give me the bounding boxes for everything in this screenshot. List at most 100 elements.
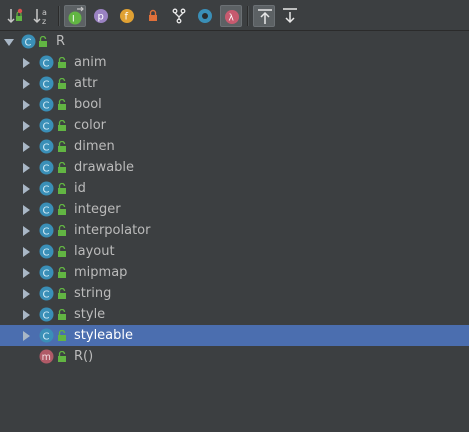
class-icon: C	[21, 34, 36, 49]
tree-node-label: dimen	[74, 139, 115, 154]
tree-node-interpolator[interactable]: C interpolator	[0, 220, 469, 241]
sort-by-visibility-button[interactable]	[5, 5, 27, 27]
svg-text:C: C	[43, 122, 50, 133]
tree-node-id[interactable]: C id	[0, 178, 469, 199]
collapsed-arrow-icon[interactable]	[23, 79, 30, 89]
tree-node-label: R	[56, 34, 66, 49]
svg-text:z: z	[42, 17, 46, 26]
tree-node-label: R()	[74, 349, 94, 364]
public-access-icon	[58, 99, 66, 110]
inherited-icon: I	[68, 6, 84, 25]
show-interfaces-button[interactable]	[194, 5, 216, 27]
tree-node-constructor[interactable]: m R()	[0, 346, 469, 367]
tree-node-integer[interactable]: C integer	[0, 199, 469, 220]
svg-text:C: C	[43, 80, 50, 91]
lambda-icon: λ	[225, 10, 239, 24]
collapsed-arrow-icon[interactable]	[23, 121, 30, 131]
toolbar-separator	[58, 6, 60, 26]
tree-node-string[interactable]: C string	[0, 283, 469, 304]
svg-text:C: C	[43, 290, 50, 301]
tree-node-styleable[interactable]: C styleable	[0, 325, 469, 346]
public-access-icon	[58, 141, 66, 152]
public-access-icon	[58, 162, 66, 173]
tree-node-label: integer	[74, 202, 121, 217]
tree-node-label: bool	[74, 97, 102, 112]
show-properties-button[interactable]: p	[90, 5, 112, 27]
tree-node-style[interactable]: C style	[0, 304, 469, 325]
class-icon: C	[39, 265, 54, 280]
collapsed-arrow-icon[interactable]	[23, 268, 30, 278]
class-icon: C	[39, 118, 54, 133]
tree-node-label: string	[74, 286, 112, 301]
svg-text:C: C	[25, 38, 32, 49]
class-icon: C	[39, 286, 54, 301]
public-access-icon	[58, 246, 66, 257]
tree-node-label: mipmap	[74, 265, 128, 280]
collapsed-arrow-icon[interactable]	[23, 289, 30, 299]
property-p-icon: p	[94, 9, 108, 23]
field-f-icon: f	[120, 9, 134, 23]
tree-node-label: styleable	[74, 328, 134, 343]
class-icon: C	[39, 223, 54, 238]
class-icon: C	[39, 244, 54, 259]
show-inherited-button[interactable]: I	[64, 5, 86, 27]
svg-text:f: f	[125, 12, 129, 23]
autoscroll-from-source-button[interactable]	[279, 5, 301, 27]
svg-text:C: C	[43, 164, 50, 175]
svg-text:λ: λ	[229, 14, 235, 24]
tree-node-label: color	[74, 118, 107, 133]
expand-arrow-icon[interactable]	[4, 39, 14, 46]
tree-node-dimen[interactable]: C dimen	[0, 136, 469, 157]
svg-text:m: m	[42, 352, 51, 363]
tree-node-anim[interactable]: C anim	[0, 52, 469, 73]
circle-icon	[198, 9, 212, 23]
tree-node-bool[interactable]: C bool	[0, 94, 469, 115]
public-access-icon	[58, 288, 66, 299]
svg-text:C: C	[43, 59, 50, 70]
collapsed-arrow-icon[interactable]	[23, 100, 30, 110]
public-access-icon	[58, 351, 66, 362]
lock-icon	[149, 9, 157, 21]
collapsed-arrow-icon[interactable]	[23, 184, 30, 194]
class-icon: C	[39, 139, 54, 154]
collapsed-arrow-icon[interactable]	[23, 205, 30, 215]
show-non-public-button[interactable]	[142, 5, 164, 27]
tree-node-attr[interactable]: C attr	[0, 73, 469, 94]
public-access-icon	[58, 330, 66, 341]
tree-node-drawable[interactable]: C drawable	[0, 157, 469, 178]
tree-node-label: attr	[74, 76, 98, 91]
collapsed-arrow-icon[interactable]	[23, 226, 30, 236]
collapsed-arrow-icon[interactable]	[23, 331, 30, 341]
svg-text:C: C	[43, 143, 50, 154]
svg-text:I: I	[72, 15, 75, 25]
public-access-icon	[39, 36, 47, 47]
sort-alphabetically-button[interactable]: a z	[31, 5, 53, 27]
tree-node-label: drawable	[74, 160, 135, 175]
svg-text:C: C	[43, 311, 50, 322]
sort-alpha-icon: a z	[33, 8, 47, 26]
class-icon: C	[39, 181, 54, 196]
class-icon: C	[39, 307, 54, 322]
class-icon: C	[39, 328, 54, 343]
collapsed-arrow-icon[interactable]	[23, 310, 30, 320]
show-lambdas-button[interactable]: λ	[220, 5, 242, 27]
tree-node-label: layout	[74, 244, 115, 259]
collapsed-arrow-icon[interactable]	[23, 247, 30, 257]
collapsed-arrow-icon[interactable]	[23, 58, 30, 68]
autoscroll-to-source-button[interactable]	[253, 5, 275, 27]
svg-text:C: C	[43, 101, 50, 112]
public-access-icon	[58, 183, 66, 194]
autoscroll-to-source-icon	[258, 9, 272, 24]
tree-node-r[interactable]: C R	[0, 31, 469, 52]
collapsed-arrow-icon[interactable]	[23, 142, 30, 152]
tree-node-layout[interactable]: C layout	[0, 241, 469, 262]
class-icon: C	[39, 160, 54, 175]
tree-node-color[interactable]: C color	[0, 115, 469, 136]
collapsed-arrow-icon[interactable]	[23, 163, 30, 173]
tree-node-label: style	[74, 307, 106, 322]
show-anonymous-classes-button[interactable]	[168, 5, 190, 27]
show-fields-button[interactable]: f	[116, 5, 138, 27]
tree-node-mipmap[interactable]: C mipmap	[0, 262, 469, 283]
svg-text:C: C	[43, 227, 50, 238]
class-icon: C	[39, 76, 54, 91]
